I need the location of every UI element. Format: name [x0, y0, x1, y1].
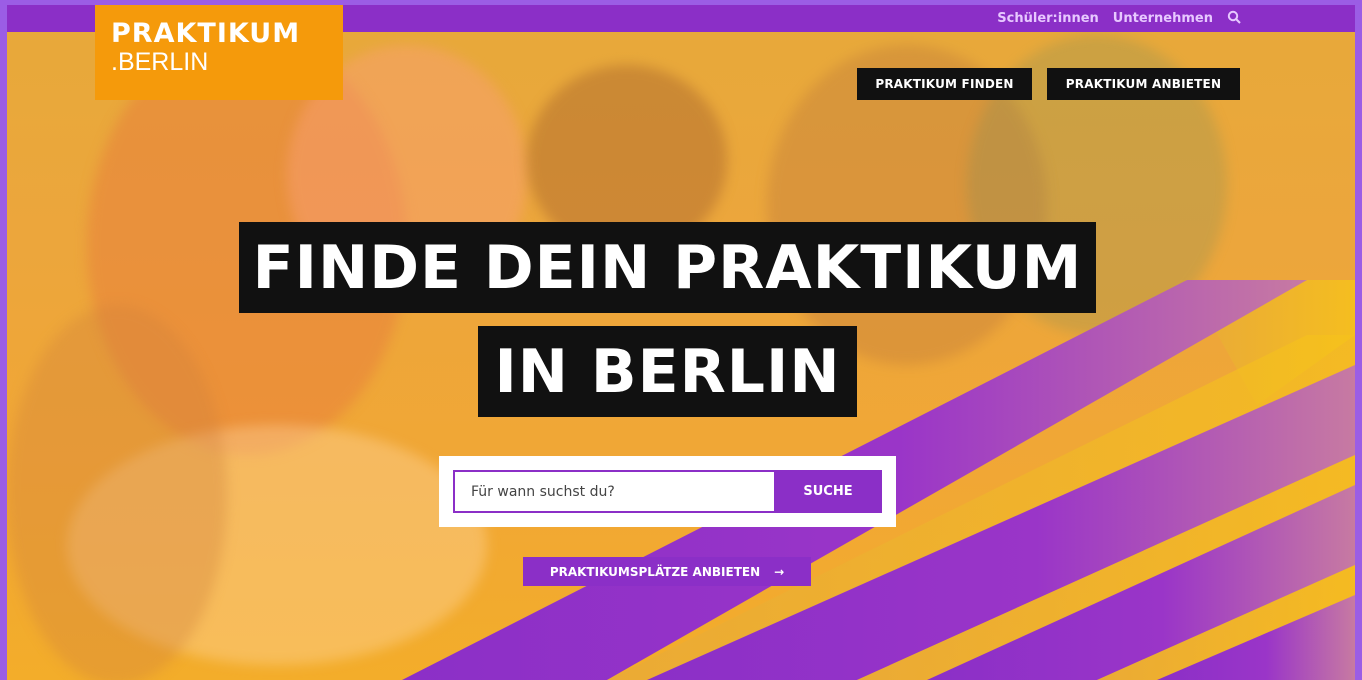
site-logo[interactable]: PRAKTIKUM .BERLIN — [95, 5, 343, 100]
nav-button-find-internship[interactable]: PRAKTIKUM FINDEN — [857, 68, 1032, 100]
arrow-right-icon: → — [774, 564, 785, 579]
search-icon[interactable] — [1227, 10, 1241, 28]
hero-headline-line-2: IN BERLIN — [478, 326, 857, 417]
logo-line-2: .BERLIN — [111, 48, 209, 76]
offer-placements-label: PRAKTIKUMSPLÄTZE ANBIETEN — [549, 564, 761, 579]
search-input[interactable]: Für wann suchst du? — [453, 470, 774, 513]
nav-link-companies[interactable]: Unternehmen — [1113, 11, 1213, 26]
logo-line-1: PRAKTIKUM — [111, 18, 301, 49]
hero-headline-line-1: FINDE DEIN PRAKTIKUM — [239, 222, 1096, 313]
offer-placements-button[interactable]: PRAKTIKUMSPLÄTZE ANBIETEN → — [523, 557, 811, 586]
nav-button-offer-internship[interactable]: PRAKTIKUM ANBIETEN — [1047, 68, 1240, 100]
top-navigation: Schüler:innen Unternehmen — [997, 5, 1241, 32]
search-button[interactable]: SUCHE — [774, 470, 882, 513]
page-frame: Schüler:innen Unternehmen PRAKTIKUM .BER… — [7, 5, 1355, 680]
nav-link-students[interactable]: Schüler:innen — [997, 11, 1099, 26]
